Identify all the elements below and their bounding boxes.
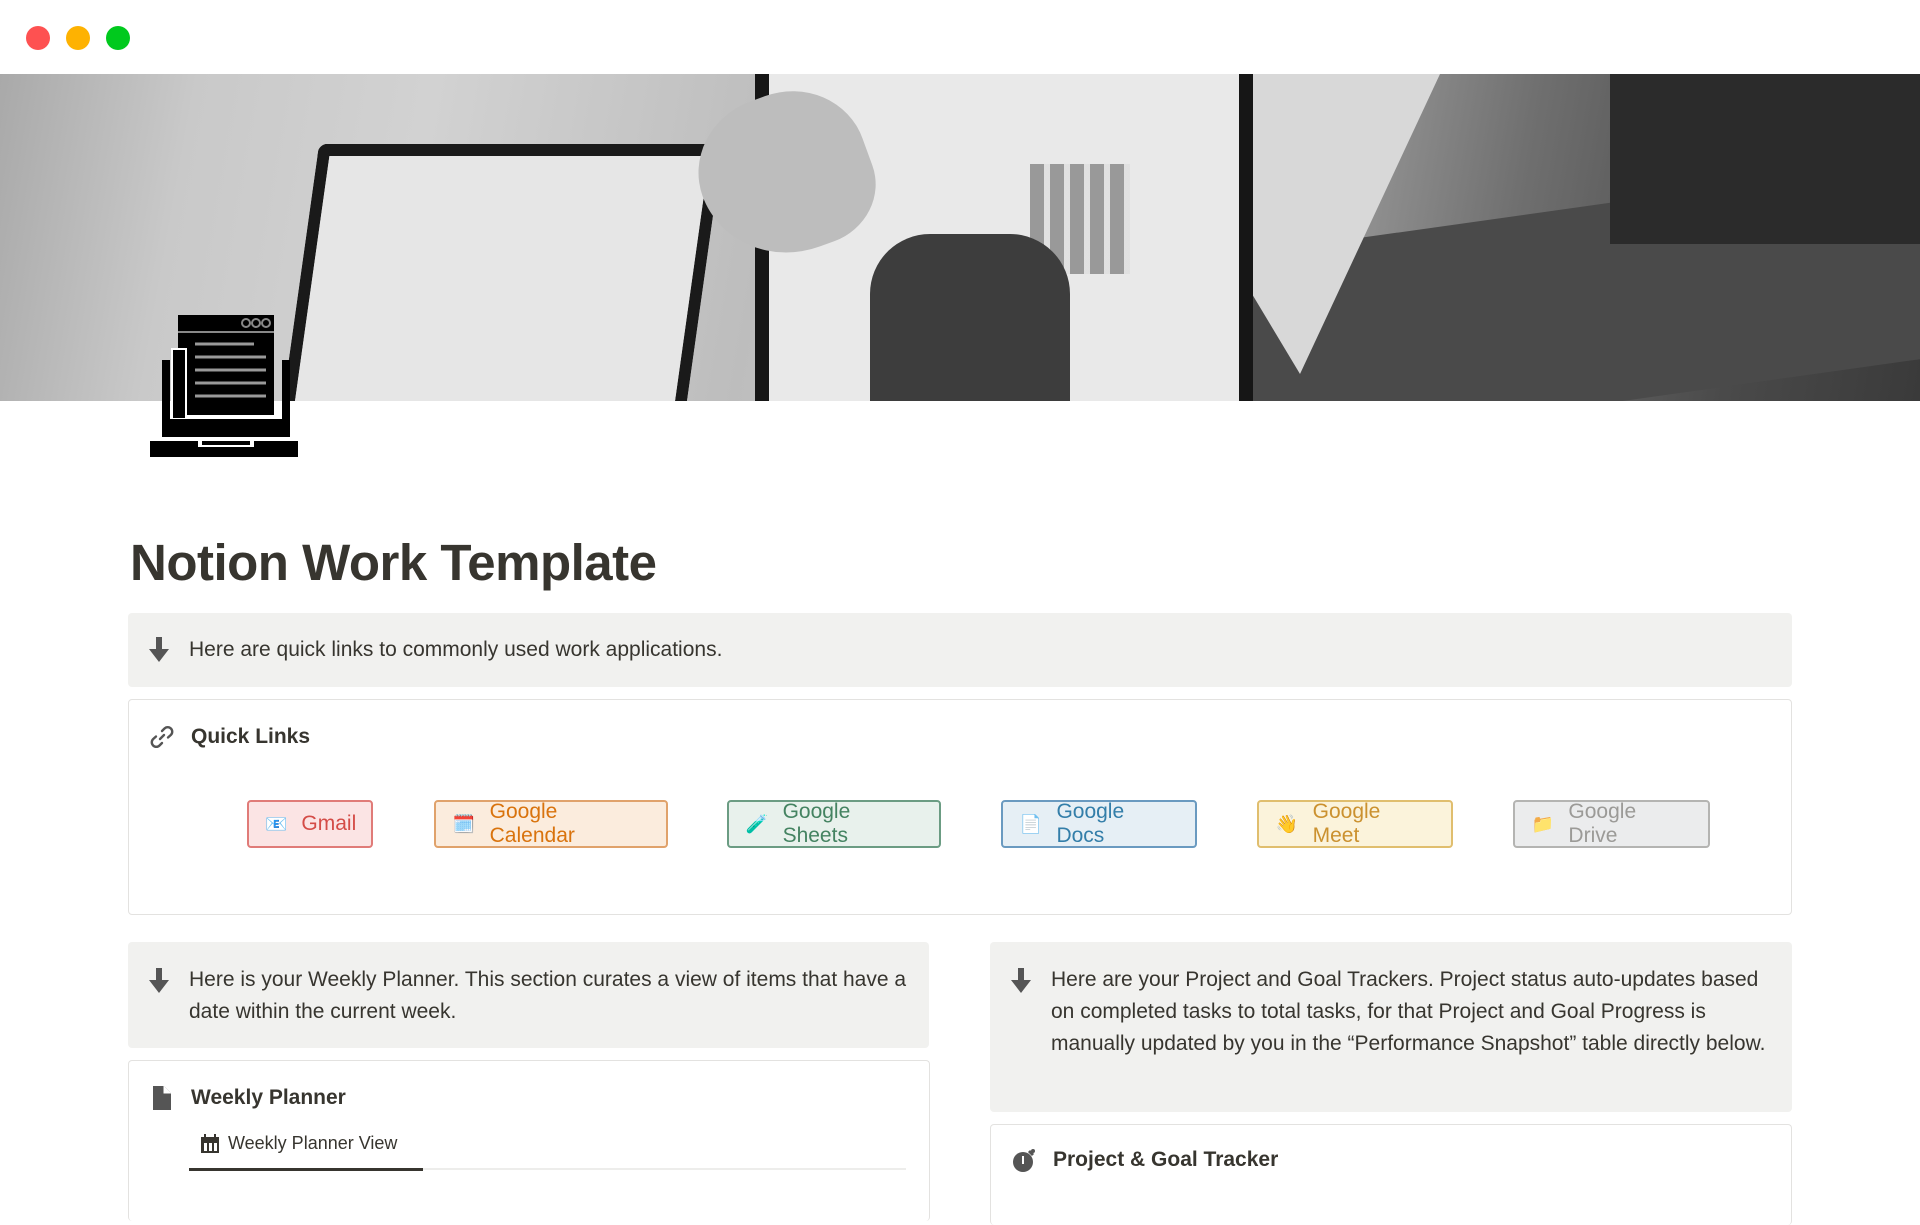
quick-link-label: Gmail [301, 812, 357, 835]
arrow-down-icon [149, 637, 169, 662]
quick-link-google-sheets-button[interactable]: 🧪 Google Sheets [727, 800, 941, 848]
quick-link-google-docs-button[interactable]: 📄 Google Docs [1001, 800, 1197, 848]
quick-link-label: Google Meet [1312, 800, 1381, 847]
google-meet-emoji-icon: 👋 [1275, 813, 1299, 834]
quick-link-label: Google Docs [1056, 800, 1125, 847]
calendar-icon [201, 1133, 219, 1153]
page-title[interactable]: Notion Work Template [130, 533, 657, 592]
quick-links-callout: Here are quick links to commonly used wo… [128, 613, 1792, 687]
minimize-window-button[interactable] [66, 26, 90, 50]
callout-text: Here are your Project and Goal Trackers.… [1051, 968, 1766, 1055]
weekly-planner-title[interactable]: Weekly Planner [191, 1086, 346, 1110]
project-tracker-title[interactable]: Project & Goal Tracker [1053, 1148, 1278, 1172]
gmail-emoji-icon: 📧 [265, 813, 288, 834]
weekly-planner-callout: Here is your Weekly Planner. This sectio… [128, 942, 929, 1048]
window-titlebar [0, 0, 1920, 74]
project-tracker-callout: Here are your Project and Goal Trackers.… [990, 942, 1792, 1112]
maximize-window-button[interactable] [106, 26, 130, 50]
stopwatch-icon [1013, 1149, 1035, 1172]
quick-link-label: Google Calendar [489, 800, 575, 847]
quick-link-google-drive-button[interactable]: 📁 Google Drive [1513, 800, 1710, 848]
link-icon [150, 725, 174, 749]
active-tab-indicator [189, 1168, 423, 1171]
callout-text: Here is your Weekly Planner. This sectio… [189, 968, 907, 1023]
google-sheets-emoji-icon: 🧪 [745, 813, 768, 834]
document-icon [153, 1086, 171, 1110]
google-docs-emoji-icon: 📄 [1019, 813, 1042, 834]
close-window-button[interactable] [26, 26, 50, 50]
tab-label: Weekly Planner View [228, 1133, 398, 1153]
quick-links-title: Quick Links [191, 725, 311, 748]
laptop-document-icon[interactable] [150, 315, 300, 461]
quick-link-gmail-button[interactable]: 📧 Gmail [247, 800, 373, 848]
project-goal-tracker-section: Project & Goal Tracker [990, 1124, 1792, 1225]
google-calendar-emoji-icon: 🗓️ [452, 813, 476, 834]
arrow-down-icon [1011, 968, 1031, 993]
callout-text: Here are quick links to commonly used wo… [189, 638, 723, 661]
arrow-down-icon [149, 968, 169, 993]
quick-link-google-meet-button[interactable]: 👋 Google Meet [1257, 800, 1453, 848]
quick-link-label: Google Sheets [782, 800, 851, 847]
google-drive-emoji-icon: 📁 [1531, 813, 1554, 834]
quick-link-google-calendar-button[interactable]: 🗓️ Google Calendar [434, 800, 668, 848]
quick-link-label: Google Drive [1568, 800, 1637, 847]
tab-weekly-planner-view[interactable]: Weekly Planner View [200, 1133, 397, 1154]
